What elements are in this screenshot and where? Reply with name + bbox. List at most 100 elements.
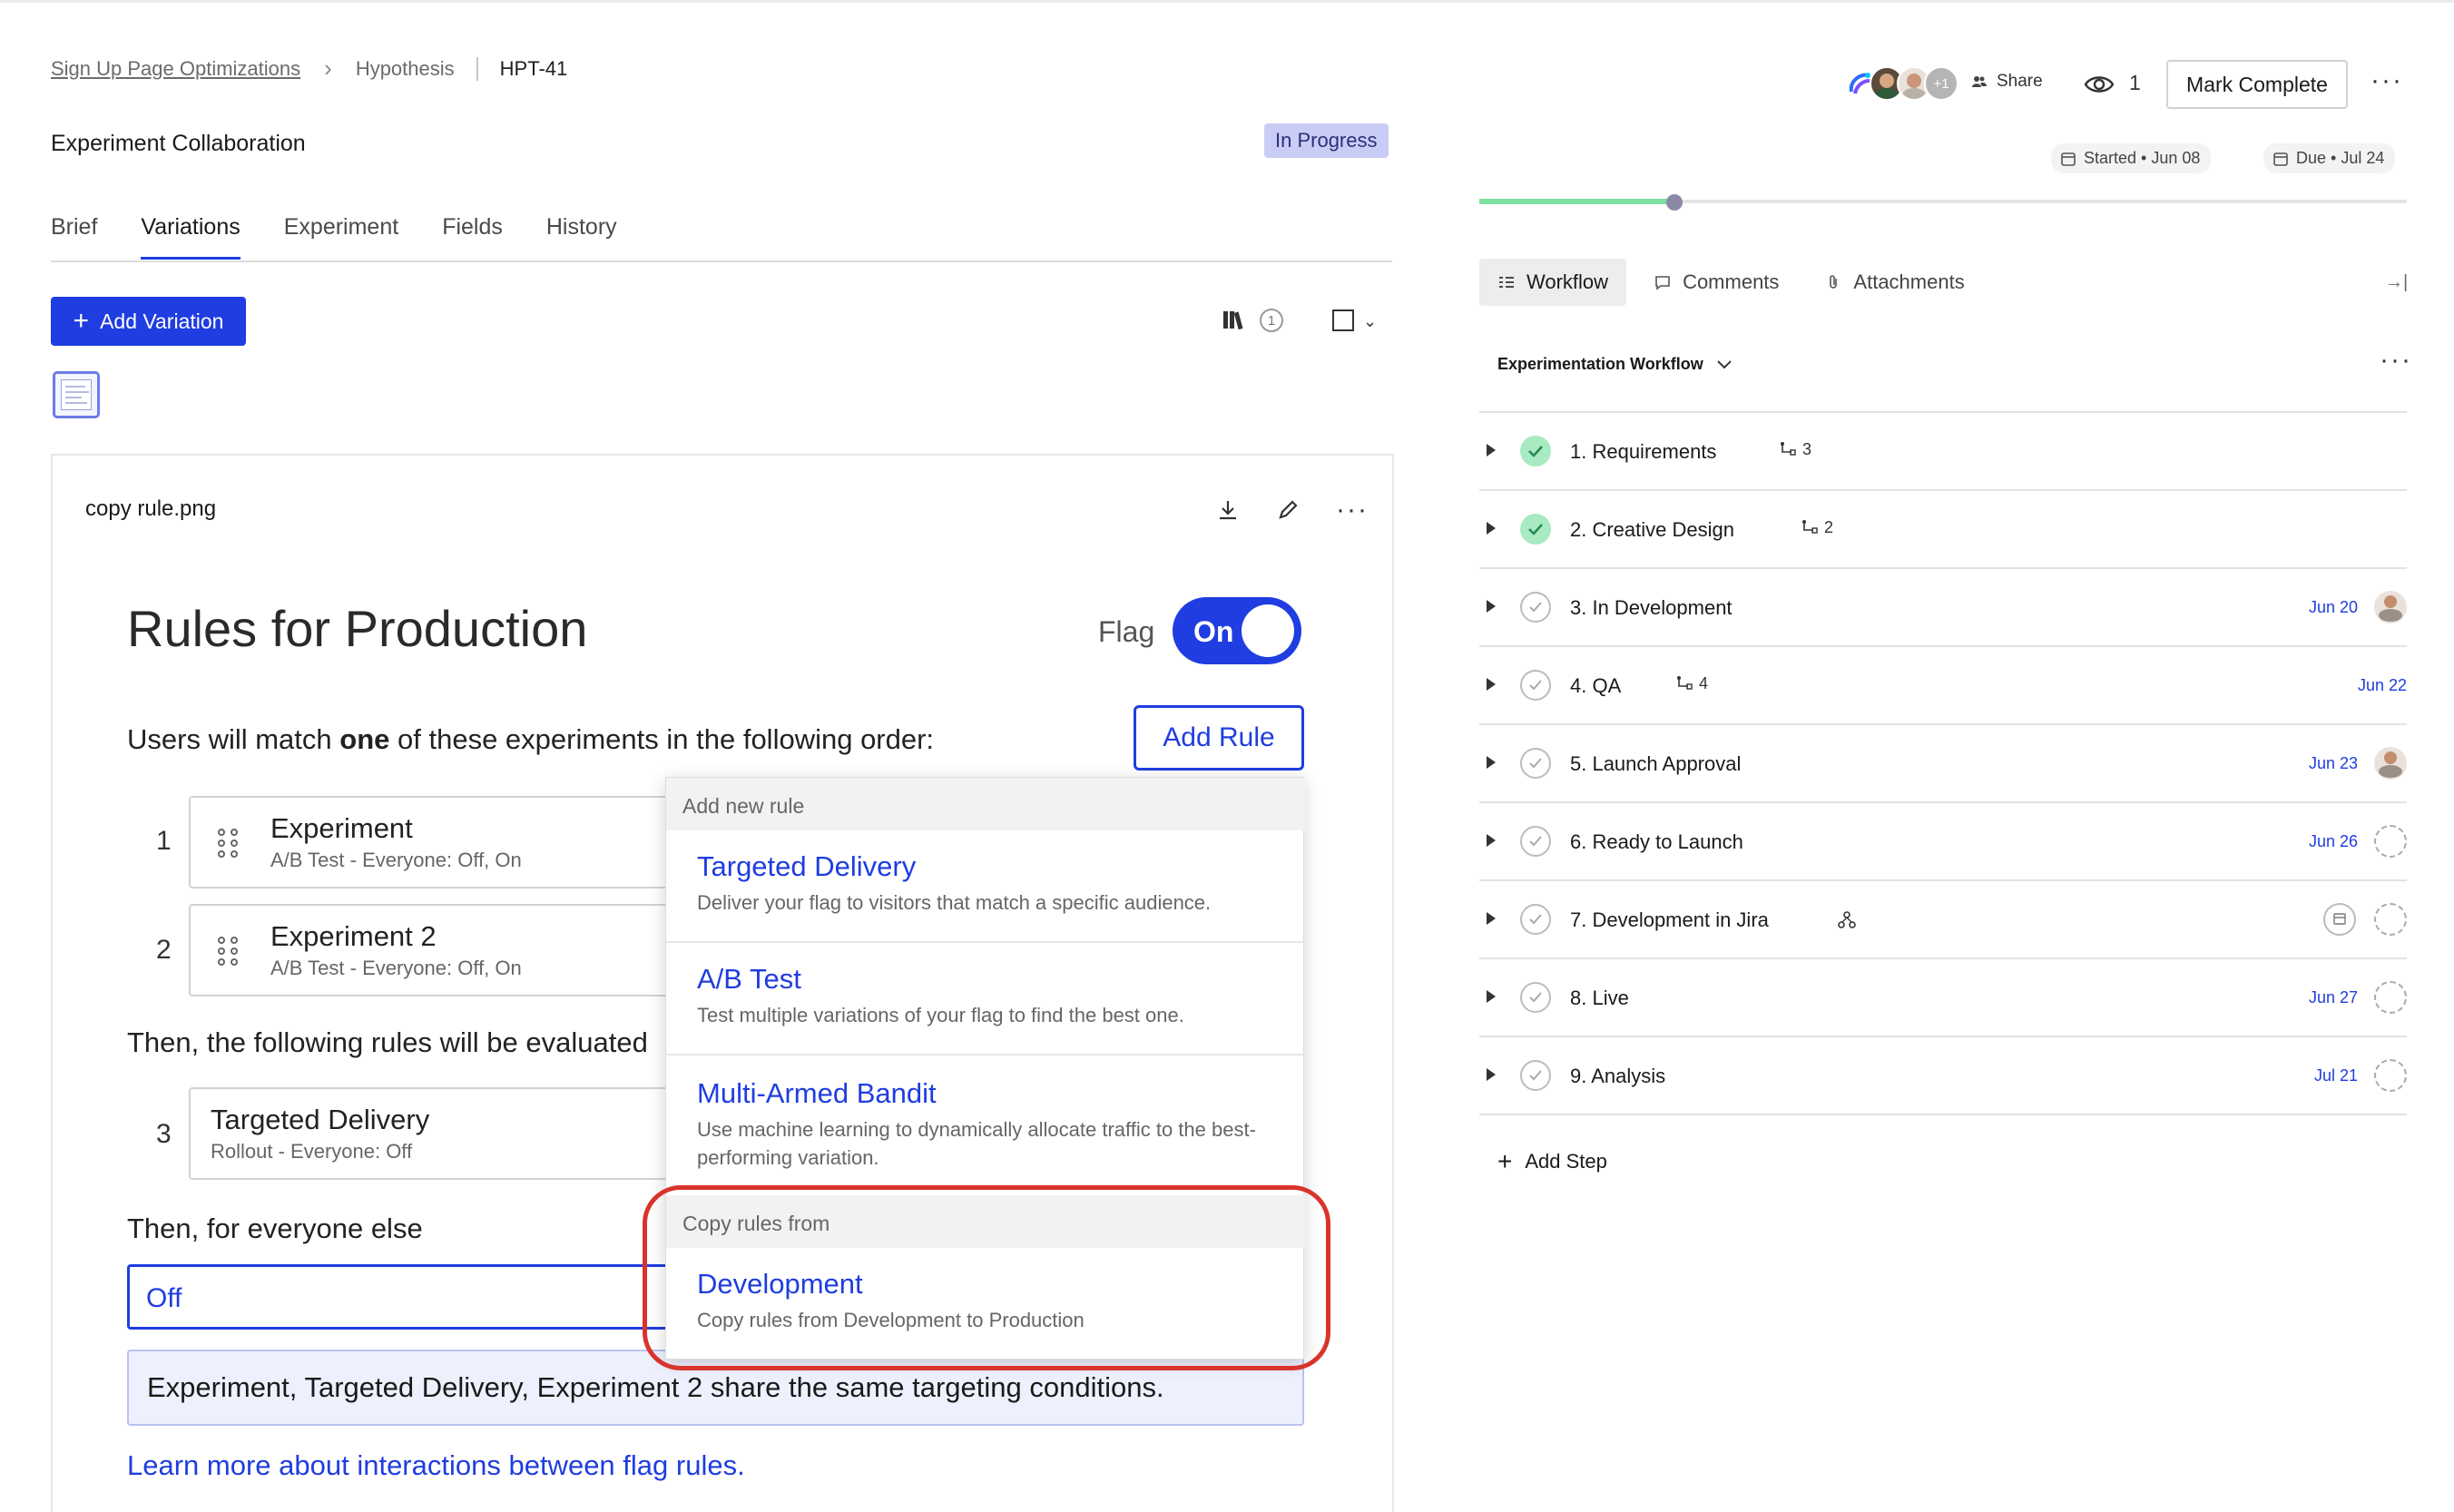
expand-caret-icon[interactable] <box>1487 912 1496 925</box>
check-circle-icon[interactable] <box>1520 982 1551 1013</box>
variation-thumbnail[interactable] <box>53 371 100 418</box>
avatar[interactable] <box>2374 747 2407 780</box>
tab-workflow[interactable]: Workflow <box>1479 259 1627 306</box>
avatar[interactable] <box>2374 591 2407 623</box>
step-due-date[interactable]: Jun 22 <box>2358 676 2407 695</box>
subtask-icon <box>1677 675 1693 690</box>
integration-icon[interactable] <box>1837 910 1857 930</box>
expand-caret-icon[interactable] <box>1487 990 1496 1003</box>
expand-caret-icon[interactable] <box>1487 834 1496 847</box>
rule-item-experiment[interactable]: Experiment A/B Test - Everyone: Off, On <box>189 796 679 889</box>
rule-number: 2 <box>156 935 172 965</box>
workflow-step[interactable]: 5. Launch Approval Jun 23 <box>1479 725 2407 801</box>
status-badge[interactable]: In Progress <box>1264 123 1389 158</box>
workflow-step[interactable]: 2. Creative Design 2 <box>1479 491 2407 567</box>
expand-caret-icon[interactable] <box>1487 756 1496 769</box>
tab-fields[interactable]: Fields <box>442 214 503 260</box>
check-circle-icon[interactable] <box>1520 436 1551 466</box>
unassigned-user-icon[interactable] <box>2374 825 2407 858</box>
flag-toggle[interactable]: On <box>1173 597 1301 664</box>
due-date[interactable]: Due • Jul 24 <box>2263 143 2396 173</box>
workflow-step[interactable]: 9. Analysis Jul 21 <box>1479 1037 2407 1114</box>
tab-attachments[interactable]: Attachments <box>1806 259 1982 306</box>
then-everyone-text: Then, for everyone else <box>127 1213 423 1244</box>
eye-icon[interactable] <box>2084 69 2115 100</box>
breadcrumb-project-link[interactable]: Sign Up Page Optimizations <box>51 57 300 81</box>
breadcrumb-section-link[interactable]: Hypothesis <box>356 57 455 81</box>
expand-caret-icon[interactable] <box>1487 444 1496 457</box>
check-circle-icon[interactable] <box>1520 514 1551 545</box>
collapse-panel-icon[interactable]: →| <box>2385 272 2408 293</box>
download-icon[interactable] <box>1216 498 1240 522</box>
rule-item-experiment-2[interactable]: Experiment 2 A/B Test - Everyone: Off, O… <box>189 904 679 997</box>
check-circle-icon[interactable] <box>1520 1060 1551 1091</box>
add-variation-button[interactable]: + Add Variation <box>51 297 246 346</box>
workflow-step[interactable]: 6. Ready to Launch Jun 26 <box>1479 803 2407 879</box>
dropdown-item-targeted-delivery[interactable]: Targeted Delivery Deliver your flag to v… <box>666 830 1305 943</box>
plus-icon: + <box>1497 1147 1513 1175</box>
step-due-date[interactable]: Jun 26 <box>2309 832 2358 851</box>
workflow-more-icon[interactable]: ··· <box>2380 345 2412 376</box>
progress-handle[interactable] <box>1666 194 1683 211</box>
breadcrumb-divider <box>476 56 478 81</box>
subtask-icon <box>1802 519 1818 534</box>
workflow-step[interactable]: 3. In Development Jun 20 <box>1479 569 2407 645</box>
drag-handle-icon[interactable] <box>218 937 241 967</box>
tab-brief[interactable]: Brief <box>51 214 97 260</box>
unassigned-user-icon[interactable] <box>2374 1059 2407 1092</box>
workflow-step[interactable]: 1. Requirements 3 <box>1479 413 2407 489</box>
tab-comments[interactable]: Comments <box>1635 259 1797 306</box>
edit-pencil-icon[interactable] <box>1276 498 1300 522</box>
mark-complete-button[interactable]: Mark Complete <box>2166 60 2348 109</box>
drag-handle-icon[interactable] <box>218 829 241 859</box>
check-circle-icon[interactable] <box>1520 748 1551 779</box>
expand-caret-icon[interactable] <box>1487 600 1496 613</box>
rule-desc: Rollout - Everyone: Off <box>211 1140 413 1163</box>
chevron-down-icon[interactable]: ⌄ <box>1363 312 1377 331</box>
expand-caret-icon[interactable] <box>1487 522 1496 535</box>
share-button[interactable]: Share <box>1971 72 2043 92</box>
unassigned-user-icon[interactable] <box>2374 903 2407 936</box>
expand-caret-icon[interactable] <box>1487 1068 1496 1081</box>
expand-caret-icon[interactable] <box>1487 678 1496 691</box>
tab-variations[interactable]: Variations <box>141 214 240 260</box>
collaborator-avatars[interactable]: +1 <box>1842 66 1958 101</box>
step-due-date[interactable]: Jun 23 <box>2309 754 2358 773</box>
add-step-label: Add Step <box>1525 1150 1607 1173</box>
add-rule-button[interactable]: Add Rule <box>1134 705 1304 771</box>
check-circle-icon[interactable] <box>1520 904 1551 935</box>
more-options-icon[interactable]: ··· <box>1336 495 1369 525</box>
rule-name: Targeted Delivery <box>211 1104 430 1135</box>
dropdown-item-ab-test[interactable]: A/B Test Test multiple variations of you… <box>666 943 1305 1055</box>
then-rules-text: Then, the following rules will be evalua… <box>127 1026 648 1058</box>
step-due-date[interactable]: Jun 27 <box>2309 988 2358 1007</box>
card-actions: ··· <box>1216 495 1369 525</box>
workflow-step[interactable]: 4. QA 4 Jun 22 <box>1479 647 2407 723</box>
workflow-step[interactable]: 7. Development in Jira <box>1479 881 2407 957</box>
started-date[interactable]: Started • Jun 08 <box>2051 143 2212 173</box>
rule-item-targeted-delivery[interactable]: Targeted Delivery Rollout - Everyone: Of… <box>189 1087 679 1180</box>
check-circle-icon[interactable] <box>1520 670 1551 701</box>
select-checkbox-icon[interactable] <box>1332 309 1354 331</box>
toggle-knob <box>1242 604 1294 657</box>
calendar-icon[interactable] <box>2323 903 2356 936</box>
top-border <box>0 0 2454 3</box>
breadcrumb: Sign Up Page Optimizations › Hypothesis … <box>51 54 567 83</box>
tab-experiment[interactable]: Experiment <box>284 214 398 260</box>
check-circle-icon[interactable] <box>1520 826 1551 857</box>
dropdown-item-multi-armed-bandit[interactable]: Multi-Armed Bandit Use machine learning … <box>666 1055 1305 1195</box>
learn-more-link[interactable]: Learn more about interactions between fl… <box>127 1449 745 1482</box>
step-due-date[interactable]: Jun 20 <box>2309 598 2358 617</box>
step-due-date[interactable]: Jul 21 <box>2314 1066 2358 1085</box>
unassigned-user-icon[interactable] <box>2374 981 2407 1014</box>
more-options-icon[interactable]: ··· <box>2371 65 2403 96</box>
rule-number: 1 <box>156 826 172 856</box>
tabs-divider <box>51 260 1392 262</box>
calendar-icon <box>2273 152 2288 166</box>
workflow-selector[interactable]: Experimentation Workflow <box>1497 355 1733 374</box>
tab-history[interactable]: History <box>546 214 617 260</box>
add-step-button[interactable]: + Add Step <box>1497 1149 1607 1174</box>
library-icon[interactable] <box>1222 307 1247 332</box>
check-circle-icon[interactable] <box>1520 592 1551 623</box>
workflow-step[interactable]: 8. Live Jun 27 <box>1479 959 2407 1036</box>
